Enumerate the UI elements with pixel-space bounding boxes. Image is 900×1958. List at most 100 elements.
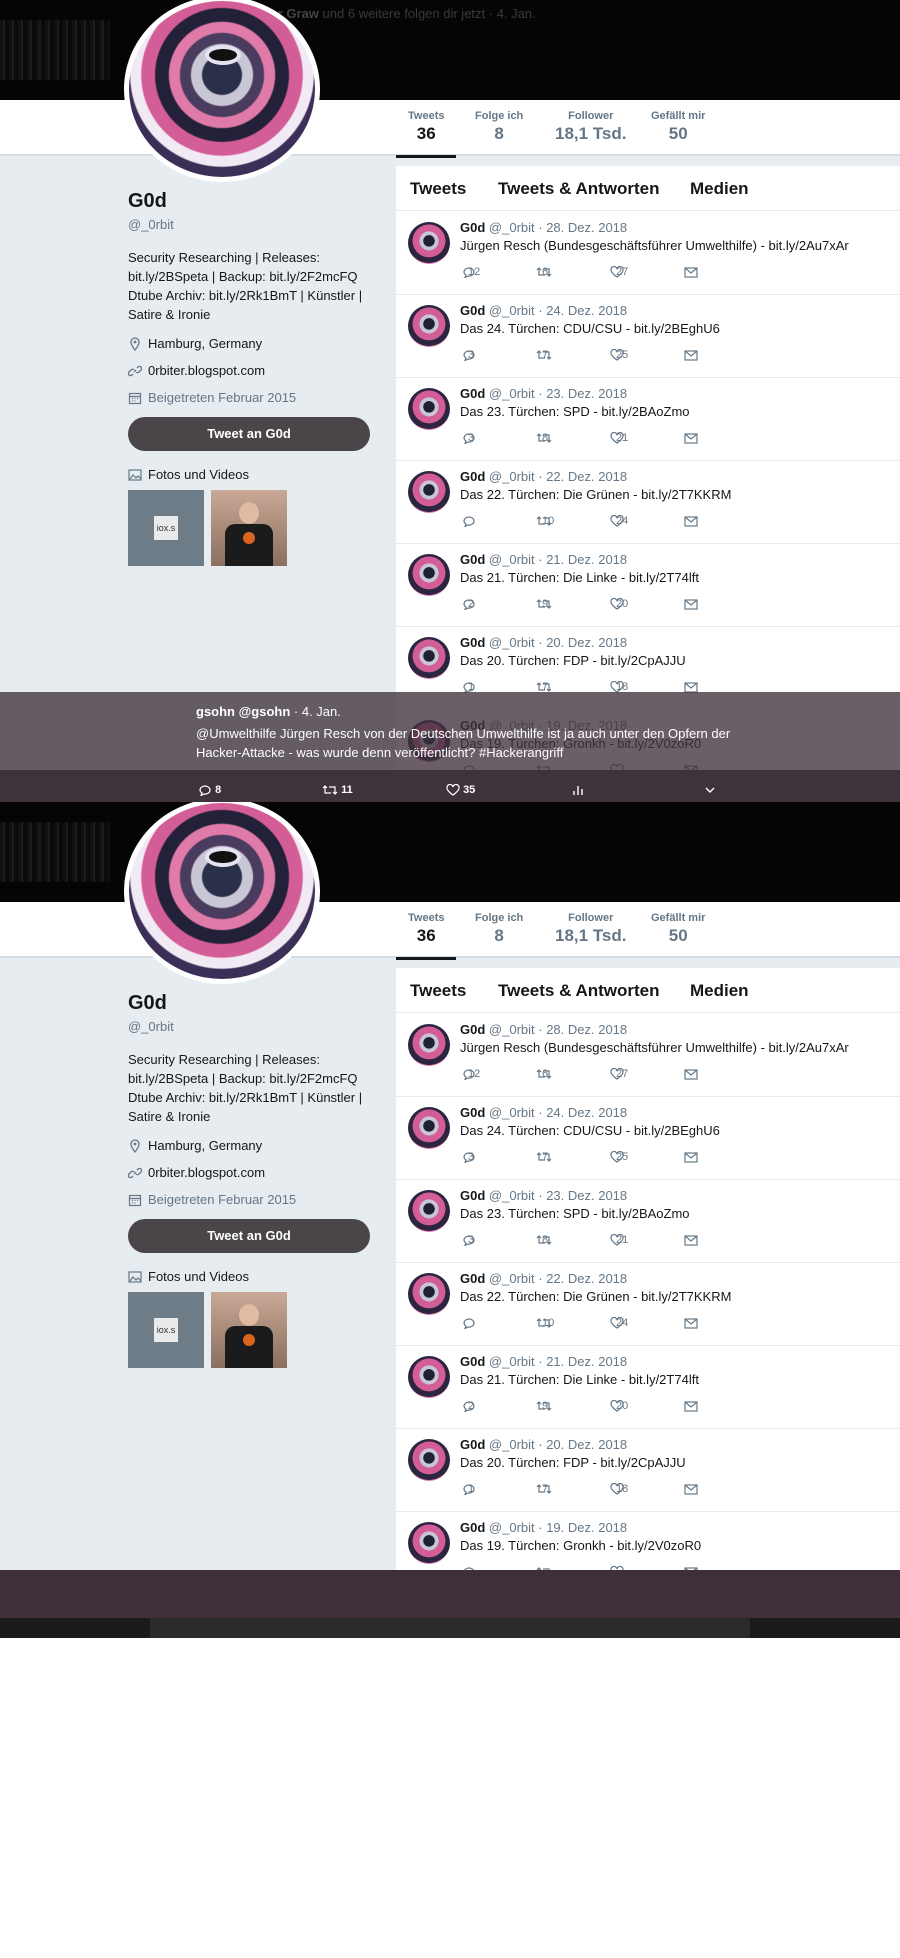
tweet-meta[interactable]: @_0rbit · 22. Dez. 2018 <box>489 469 627 484</box>
tweet-meta[interactable]: @_0rbit · 20. Dez. 2018 <box>489 1437 627 1452</box>
tweet-author[interactable]: G0d <box>460 469 485 484</box>
tweet-author[interactable]: G0d <box>460 1271 485 1286</box>
tweet-meta[interactable]: @_0rbit · 23. Dez. 2018 <box>489 386 627 401</box>
tweet-item[interactable]: G0d @_0rbit · 21. Dez. 2018 Das 21. Türch… <box>396 544 900 627</box>
overlay-retweet-button[interactable]: 11 <box>322 784 353 796</box>
tweet-author[interactable]: G0d <box>460 303 485 318</box>
tweet-meta[interactable]: @_0rbit · 21. Dez. 2018 <box>489 552 627 567</box>
mail-icon <box>684 349 698 361</box>
tweet-author[interactable]: G0d <box>460 386 485 401</box>
profile-avatar[interactable] <box>124 0 320 182</box>
media-thumbnail-photo[interactable] <box>211 490 287 566</box>
overlay-reply-button[interactable]: 8 <box>198 784 221 797</box>
tab-media[interactable]: Medien <box>690 179 749 199</box>
tweet-author[interactable]: G0d <box>460 552 485 567</box>
nav-value: 18,1 Tsd. <box>555 124 627 143</box>
tweet-meta[interactable]: @_0rbit · 22. Dez. 2018 <box>489 1271 627 1286</box>
tweet-item[interactable]: G0d @_0rbit · 20. Dez. 2018 Das 20. Türch… <box>396 1429 900 1512</box>
nav-label: Follower <box>568 912 614 924</box>
tweet-meta[interactable]: @_0rbit · 28. Dez. 2018 <box>489 220 627 235</box>
tweet-meta[interactable]: @_0rbit · 24. Dez. 2018 <box>489 303 627 318</box>
profile-avatar[interactable] <box>124 802 320 984</box>
tweet-avatar[interactable] <box>408 1522 450 1564</box>
reply-count: 12 <box>468 1068 481 1080</box>
tweet-item[interactable]: G0d @_0rbit · 21. Dez. 2018 Das 21. Türch… <box>396 1346 900 1429</box>
tweet-item[interactable]: G0d @_0rbit · 24. Dez. 2018 Das 24. Türch… <box>396 295 900 378</box>
website-text[interactable]: 0rbiter.blogspot.com <box>148 363 265 378</box>
tweet-author[interactable]: G0d <box>460 1437 485 1452</box>
overlay-like-button[interactable]: 35 <box>446 784 475 796</box>
nav-tweets[interactable]: Tweets 36 <box>395 912 458 960</box>
tweet-meta[interactable]: @_0rbit · 20. Dez. 2018 <box>489 635 627 650</box>
tweet-item[interactable]: G0d @_0rbit · 22. Dez. 2018 Das 22. Türch… <box>396 461 900 544</box>
tweet-author[interactable]: G0d <box>460 220 485 235</box>
tweet-meta[interactable]: @_0rbit · 19. Dez. 2018 <box>489 1520 627 1535</box>
profile-website[interactable]: 0rbiter.blogspot.com <box>128 1165 378 1180</box>
tweet-avatar[interactable] <box>408 222 450 264</box>
tab-media[interactable]: Medien <box>690 981 749 1001</box>
tweet-to-button[interactable]: Tweet an G0d <box>128 417 370 451</box>
tweet-item[interactable]: G0d @_0rbit · 24. Dez. 2018 Das 24. Türch… <box>396 1097 900 1180</box>
tweet-meta[interactable]: @_0rbit · 24. Dez. 2018 <box>489 1105 627 1120</box>
profile-handle[interactable]: @_0rbit <box>128 1019 378 1034</box>
tweet-avatar[interactable] <box>408 471 450 513</box>
tweet-avatar[interactable] <box>408 305 450 347</box>
media-thumbnail[interactable]: iox.s <box>128 490 204 566</box>
tweet-avatar[interactable] <box>408 1356 450 1398</box>
photos-videos-heading[interactable]: Fotos und Videos <box>128 1269 378 1284</box>
tab-tweets-replies[interactable]: Tweets & Antworten <box>498 981 660 1001</box>
tab-tweets[interactable]: Tweets <box>410 179 466 199</box>
nav-followers[interactable]: Follower 18,1 Tsd. <box>555 110 627 144</box>
nav-followers[interactable]: Follower 18,1 Tsd. <box>555 912 627 946</box>
overlay-author[interactable]: gsohn @gsohn · 4. Jan. <box>196 704 341 719</box>
tweet-overlay[interactable]: gsohn @gsohn · 4. Jan. @Umwelthilfe Jürg… <box>0 692 900 770</box>
tweet-meta[interactable]: @_0rbit · 28. Dez. 2018 <box>489 1022 627 1037</box>
tweet-header: G0d @_0rbit · 21. Dez. 2018 <box>460 552 627 567</box>
tweet-author[interactable]: G0d <box>460 635 485 650</box>
tweet-item[interactable]: G0d @_0rbit · 19. Dez. 2018 Das 19. Türch… <box>396 1512 900 1570</box>
nav-tweets[interactable]: Tweets 36 <box>395 110 458 158</box>
analytics-button[interactable] <box>572 784 584 796</box>
tweet-author[interactable]: G0d <box>460 1354 485 1369</box>
tweet-meta[interactable]: @_0rbit · 21. Dez. 2018 <box>489 1354 627 1369</box>
media-thumbnail-photo[interactable] <box>211 1292 287 1368</box>
calendar-icon <box>128 391 142 405</box>
nav-label: Tweets <box>408 912 445 924</box>
tweet-avatar[interactable] <box>408 1107 450 1149</box>
more-button[interactable] <box>704 784 716 796</box>
calendar-icon <box>128 1193 142 1207</box>
photos-videos-heading[interactable]: Fotos und Videos <box>128 467 378 482</box>
tweet-avatar[interactable] <box>408 637 450 679</box>
profile-website[interactable]: 0rbiter.blogspot.com <box>128 363 378 378</box>
tweet-avatar[interactable] <box>408 1273 450 1315</box>
tweet-author[interactable]: G0d <box>460 1105 485 1120</box>
tweet-author[interactable]: G0d <box>460 1022 485 1037</box>
tweet-avatar[interactable] <box>408 554 450 596</box>
tweet-avatar[interactable] <box>408 388 450 430</box>
photos-label: Fotos und Videos <box>148 1269 249 1284</box>
tweet-avatar[interactable] <box>408 1190 450 1232</box>
tweet-avatar[interactable] <box>408 1439 450 1481</box>
tweet-item[interactable]: G0d @_0rbit · 22. Dez. 2018 Das 22. Türch… <box>396 1263 900 1346</box>
tweet-item[interactable]: G0d @_0rbit · 23. Dez. 2018 Das 23. Türch… <box>396 1180 900 1263</box>
tweet-to-button[interactable]: Tweet an G0d <box>128 1219 370 1253</box>
media-thumbnail[interactable]: iox.s <box>128 1292 204 1368</box>
tweet-item[interactable]: G0d @_0rbit · 28. Dez. 2018 Jürgen Resch … <box>396 212 900 295</box>
tweet-meta[interactable]: @_0rbit · 23. Dez. 2018 <box>489 1188 627 1203</box>
website-text[interactable]: 0rbiter.blogspot.com <box>148 1165 265 1180</box>
tab-tweets[interactable]: Tweets <box>410 981 466 1001</box>
nav-following[interactable]: Folge ich 8 <box>475 110 523 144</box>
nav-value: 50 <box>668 926 688 945</box>
tweet-avatar[interactable] <box>408 1024 450 1066</box>
profile-handle[interactable]: @_0rbit <box>128 217 378 232</box>
nav-following[interactable]: Folge ich 8 <box>475 912 523 946</box>
tweet-author[interactable]: G0d <box>460 1188 485 1203</box>
nav-likes[interactable]: Gefällt mir 50 <box>651 110 705 144</box>
tweet-item[interactable]: G0d @_0rbit · 23. Dez. 2018 Das 23. Türch… <box>396 378 900 461</box>
tweet-author[interactable]: G0d <box>460 1520 485 1535</box>
tweet-text: Das 24. Türchen: CDU/CSU - bit.ly/2BEghU… <box>460 321 720 336</box>
nav-likes[interactable]: Gefällt mir 50 <box>651 912 705 946</box>
tweet-header: G0d @_0rbit · 22. Dez. 2018 <box>460 469 627 484</box>
tab-tweets-replies[interactable]: Tweets & Antworten <box>498 179 660 199</box>
tweet-item[interactable]: G0d @_0rbit · 28. Dez. 2018 Jürgen Resch … <box>396 1014 900 1097</box>
